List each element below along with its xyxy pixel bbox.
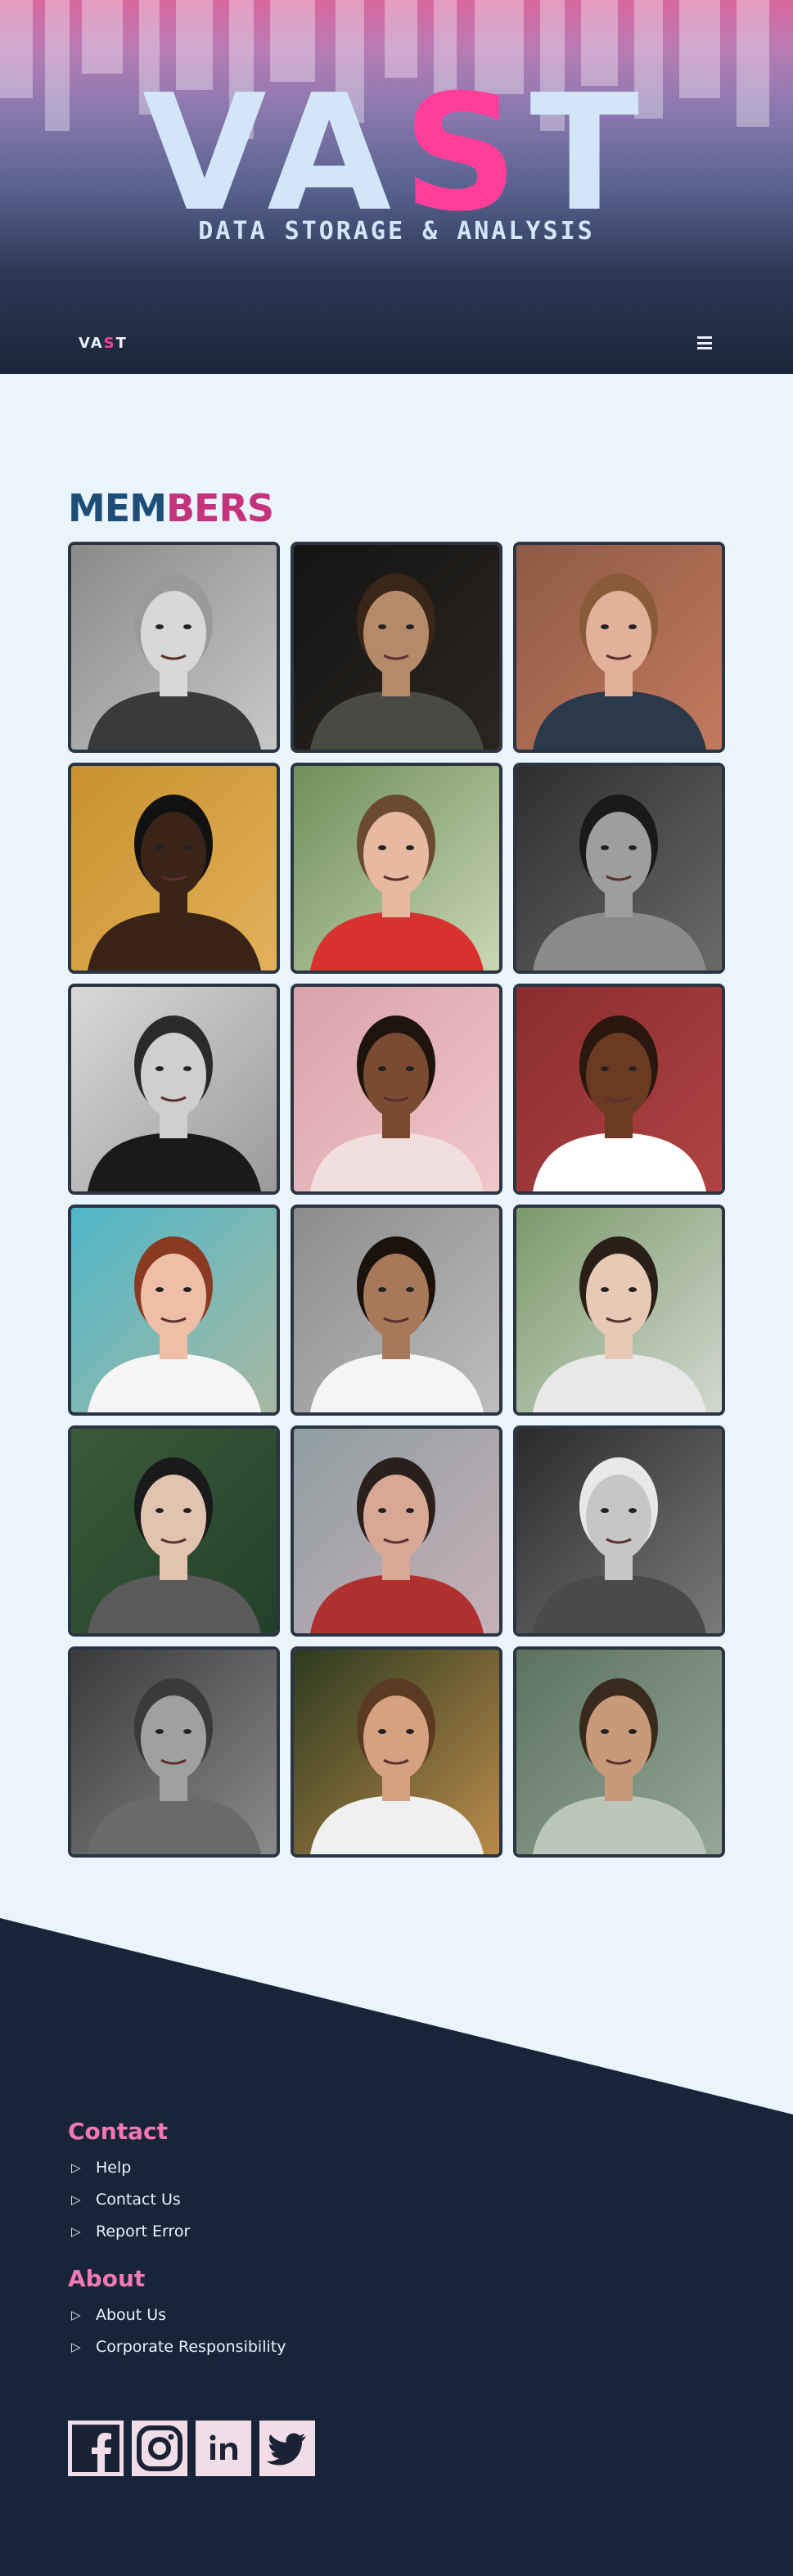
triangle-icon: ▷ [71, 2159, 81, 2175]
members-grid [68, 542, 725, 1858]
member-portrait [294, 766, 499, 971]
hero-subtitle: DATA STORAGE & ANALYSIS [198, 217, 595, 245]
social-links [68, 2421, 315, 2476]
about-heading: About [68, 2265, 146, 2292]
member-portrait [294, 1208, 499, 1412]
footer-link-about-us[interactable]: ▷ About Us [68, 2299, 286, 2331]
footer-link-corporate-responsibility[interactable]: ▷ Corporate Responsibility [68, 2331, 286, 2362]
member-photo[interactable] [291, 763, 502, 974]
member-photo[interactable] [513, 1646, 725, 1858]
footer-link-help[interactable]: ▷ Help [68, 2151, 190, 2183]
footer-link-report-error[interactable]: ▷ Report Error [68, 2215, 190, 2247]
triangle-icon: ▷ [71, 2191, 81, 2207]
member-portrait [71, 1650, 277, 1854]
footer-link-contact-us[interactable]: ▷ Contact Us [68, 2183, 190, 2215]
instagram-icon[interactable] [132, 2421, 187, 2476]
member-photo[interactable] [513, 542, 725, 753]
member-portrait [516, 1208, 722, 1412]
footer-background [0, 1918, 793, 2576]
contact-section: Contact ▷ Help ▷ Contact Us ▷ Report Error [68, 2118, 190, 2247]
member-photo[interactable] [291, 1425, 502, 1637]
member-portrait [516, 545, 722, 750]
triangle-icon: ▷ [71, 2307, 81, 2322]
member-portrait [294, 987, 499, 1191]
nav-logo[interactable]: VAST [79, 335, 128, 352]
hero-banner: VAST DATA STORAGE & ANALYSIS VAST [0, 0, 793, 374]
member-photo[interactable] [68, 984, 280, 1195]
linkedin-icon[interactable] [196, 2421, 251, 2476]
member-portrait [294, 1650, 499, 1854]
member-photo[interactable] [68, 763, 280, 974]
about-section: About ▷ About Us ▷ Corporate Responsibilit… [68, 2265, 286, 2362]
members-title-accent: BERS [165, 486, 274, 530]
member-photo[interactable] [68, 1425, 280, 1637]
triangle-icon: ▷ [71, 2223, 81, 2239]
member-photo[interactable] [68, 542, 280, 753]
member-photo[interactable] [291, 1205, 502, 1416]
member-photo[interactable] [513, 1425, 725, 1637]
member-portrait [71, 545, 277, 750]
contact-heading: Contact [68, 2118, 168, 2145]
member-portrait [516, 1650, 722, 1854]
member-photo[interactable] [68, 1646, 280, 1858]
member-photo[interactable] [513, 984, 725, 1195]
member-portrait [71, 766, 277, 971]
facebook-icon[interactable] [68, 2421, 124, 2476]
member-portrait [516, 987, 722, 1191]
twitter-icon[interactable] [259, 2421, 315, 2476]
hero-title: VAST [142, 61, 651, 247]
member-photo[interactable] [291, 1646, 502, 1858]
member-portrait [294, 545, 499, 750]
hamburger-icon[interactable] [697, 336, 712, 349]
member-portrait [71, 1208, 277, 1412]
member-portrait [516, 766, 722, 971]
members-title: MEMBERS [68, 486, 274, 530]
member-portrait [71, 1429, 277, 1633]
member-photo[interactable] [513, 1205, 725, 1416]
member-photo[interactable] [513, 763, 725, 974]
member-photo[interactable] [291, 984, 502, 1195]
member-portrait [294, 1429, 499, 1633]
member-portrait [71, 987, 277, 1191]
member-photo[interactable] [291, 542, 502, 753]
triangle-icon: ▷ [71, 2339, 81, 2354]
member-portrait [516, 1429, 722, 1633]
member-photo[interactable] [68, 1205, 280, 1416]
